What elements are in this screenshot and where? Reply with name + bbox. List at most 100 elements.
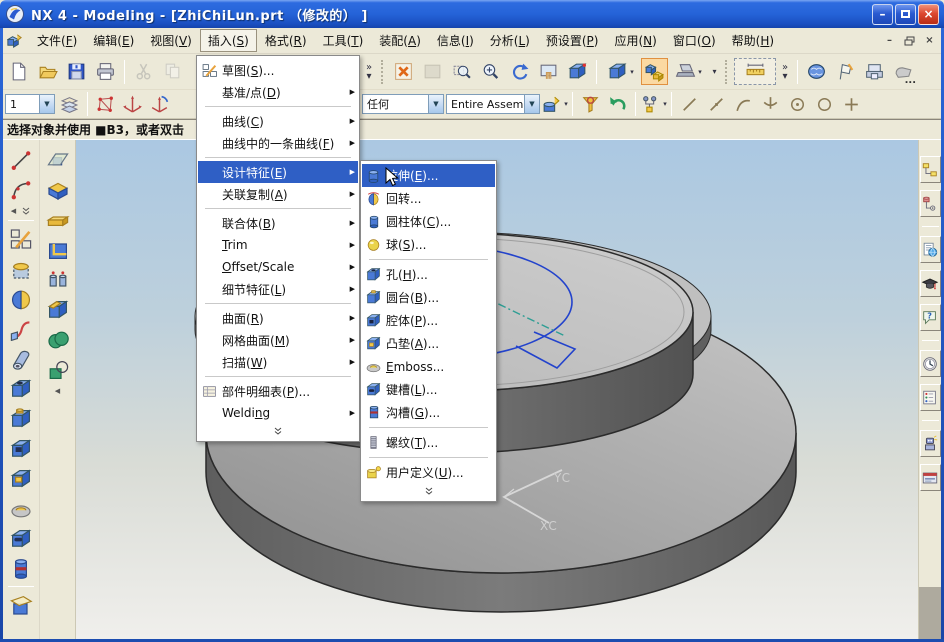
- menu-item-cylinder[interactable]: 圆柱体(C)...: [362, 210, 495, 233]
- menubar-item-tools[interactable]: 工具(T): [315, 29, 372, 52]
- layer-visibility-icon[interactable]: [57, 92, 82, 116]
- menubar-item-edit[interactable]: 编辑(E): [85, 29, 142, 52]
- zoom-box-icon[interactable]: [448, 58, 475, 85]
- measure-icon[interactable]: [734, 58, 776, 85]
- assemblies-display-icon[interactable]: [641, 58, 668, 85]
- dropdown-arrow-icon[interactable]: ▾: [709, 67, 720, 76]
- pocket-icon[interactable]: [6, 434, 36, 463]
- wcs-dynamics-icon[interactable]: [147, 92, 172, 116]
- print-icon[interactable]: [92, 58, 119, 85]
- save-icon[interactable]: [63, 58, 90, 85]
- menu-item-pad[interactable]: 凸垫(A)...: [362, 332, 495, 355]
- child-restore-icon[interactable]: [902, 34, 917, 47]
- groove-icon[interactable]: [6, 554, 36, 583]
- toolbar-collapse-icon[interactable]: ◀: [55, 385, 60, 397]
- type-filter-combo[interactable]: 任何▼: [362, 94, 444, 114]
- snap-point-icon[interactable]: [839, 92, 864, 116]
- find-component-icon[interactable]: ▾: [641, 92, 666, 116]
- menubar-item-assemblies[interactable]: 装配(A): [371, 29, 429, 52]
- menu-item-revolve[interactable]: 回转...: [362, 187, 495, 210]
- boss-icon[interactable]: [6, 404, 36, 433]
- menubar-item-format[interactable]: 格式(R): [257, 29, 315, 52]
- menu-item-offset-scale[interactable]: Offset/Scale▶: [198, 256, 358, 278]
- history-icon[interactable]: [920, 350, 941, 377]
- zoom-in-out-icon[interactable]: [477, 58, 504, 85]
- menu-item-design-feature[interactable]: 设计特征(E)▶: [198, 161, 358, 183]
- drafting-icon[interactable]: ▾: [670, 58, 707, 85]
- view-orientation-icon[interactable]: ▾: [602, 58, 639, 85]
- print-3d-icon[interactable]: [861, 58, 888, 85]
- menu-item-slot[interactable]: 键槽(L)...: [362, 378, 495, 401]
- menubar-item-analysis[interactable]: 分析(L): [482, 29, 538, 52]
- menu-item-combine[interactable]: 联合体(B)▶: [198, 212, 358, 234]
- menubar-item-information[interactable]: 信息(I): [429, 29, 482, 52]
- menu-item-detail-feature[interactable]: 细节特征(L)▶: [198, 278, 358, 300]
- part-navigator-icon[interactable]: [920, 190, 941, 217]
- snap-center-icon[interactable]: [785, 92, 810, 116]
- child-close-icon[interactable]: ×: [922, 34, 937, 47]
- menu-item-trim[interactable]: Trim▶: [198, 234, 358, 256]
- assistant-icon[interactable]: [920, 430, 941, 457]
- pan-view-icon[interactable]: [535, 58, 562, 85]
- menubar-item-help[interactable]: 帮助(H): [724, 29, 782, 52]
- menu-item-sweep[interactable]: 扫描(W)▶: [198, 351, 358, 373]
- palettes-icon[interactable]: [920, 384, 941, 411]
- menu-item-emboss[interactable]: Emboss...: [362, 355, 495, 378]
- extrude-icon[interactable]: [6, 254, 36, 283]
- instance-icon[interactable]: [43, 265, 73, 294]
- work-assembly-icon[interactable]: ▾: [542, 92, 567, 116]
- slot-icon[interactable]: [6, 524, 36, 553]
- menu-item-welding[interactable]: Welding▶: [198, 402, 358, 424]
- close-button-icon[interactable]: ×: [918, 4, 939, 25]
- panel-toggle-icon[interactable]: [920, 464, 941, 491]
- fit-view-icon[interactable]: [390, 58, 417, 85]
- menu-item-hole[interactable]: 孔(H)...: [362, 263, 495, 286]
- snap-endpoint-icon[interactable]: [677, 92, 702, 116]
- menu-item-curve-from-curve[interactable]: 曲线中的一条曲线(F)▶: [198, 132, 358, 154]
- menu-item-surface[interactable]: 曲面(R)▶: [198, 307, 358, 329]
- menubar-item-preferences[interactable]: 预设置(P): [538, 29, 607, 52]
- menubar-item-application[interactable]: 应用(N): [606, 29, 664, 52]
- open-icon[interactable]: [34, 58, 61, 85]
- minimize-button-icon[interactable]: –: [872, 4, 893, 25]
- toolbar-overflow-icon[interactable]: »▾: [778, 63, 792, 81]
- wcs-icon[interactable]: [120, 92, 145, 116]
- tube-icon[interactable]: [6, 344, 36, 373]
- sweep-icon[interactable]: [6, 314, 36, 343]
- shell-icon[interactable]: [43, 235, 73, 264]
- help-icon[interactable]: ?: [920, 304, 941, 331]
- sketch-icon[interactable]: [6, 224, 36, 253]
- section-icon[interactable]: ...: [890, 58, 917, 85]
- design-feature-submenu-expand-icon[interactable]: [362, 484, 495, 498]
- toolbar-grip[interactable]: [725, 60, 729, 84]
- revolve-icon[interactable]: [6, 284, 36, 313]
- brain-icon[interactable]: [803, 58, 830, 85]
- menu-item-extrude[interactable]: 拉伸(E)...: [362, 164, 495, 187]
- menu-item-associative-copy[interactable]: 关联复制(A)▶: [198, 183, 358, 205]
- shaded-view-icon[interactable]: [564, 58, 591, 85]
- dropdown-arrow-icon[interactable]: ▾: [698, 68, 702, 76]
- toolbar-grip[interactable]: [381, 60, 385, 84]
- snap-quadrant-icon[interactable]: [812, 92, 837, 116]
- combo-arrow-icon[interactable]: ▼: [428, 95, 443, 113]
- check-flag-icon[interactable]: [832, 58, 859, 85]
- menu-item-groove[interactable]: 沟槽(G)...: [362, 401, 495, 424]
- block-icon[interactable]: [43, 175, 73, 204]
- combo-arrow-icon[interactable]: ▼: [39, 95, 54, 113]
- maximize-button-icon[interactable]: [895, 4, 916, 25]
- menu-item-thread[interactable]: 螺纹(T)...: [362, 431, 495, 454]
- menubar-item-file[interactable]: 文件(F): [29, 29, 85, 52]
- trim-body-icon[interactable]: [6, 590, 36, 619]
- emboss-icon[interactable]: [6, 494, 36, 523]
- snap-intersection-icon[interactable]: [758, 92, 783, 116]
- unite-icon[interactable]: [43, 325, 73, 354]
- menu-item-mesh-surface[interactable]: 网格曲面(M)▶: [198, 329, 358, 351]
- snap-tangent-icon[interactable]: [731, 92, 756, 116]
- block-bar-icon[interactable]: [43, 205, 73, 234]
- scope-combo[interactable]: Entire Assemb▼: [446, 94, 540, 114]
- toolbar-collapse-icon[interactable]: ◀: [11, 205, 31, 217]
- combo-arrow-icon[interactable]: ▼: [524, 95, 539, 113]
- arc-icon[interactable]: [6, 175, 36, 204]
- dropdown-arrow-icon[interactable]: ▾: [564, 100, 568, 108]
- line-icon[interactable]: [6, 145, 36, 174]
